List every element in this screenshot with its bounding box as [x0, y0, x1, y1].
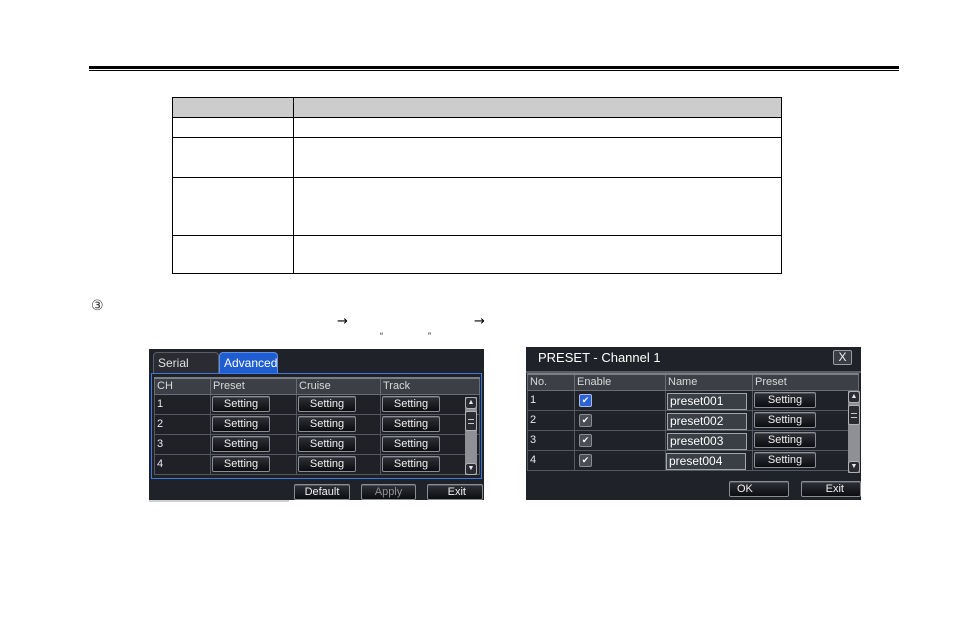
enable-checkbox[interactable]: ✔ [579, 433, 592, 447]
ch-cell: 2 [154, 413, 211, 435]
table-row [172, 235, 782, 274]
no-cell: 2 [527, 409, 575, 431]
table-row: 1 Setting Setting Setting [154, 393, 480, 415]
scroll-up-icon[interactable]: ▲ [848, 391, 860, 403]
preset-setting-button[interactable]: Setting [754, 432, 816, 448]
track-setting-button[interactable]: Setting [382, 416, 440, 432]
table-row: 3 ✔ preset003 Setting [527, 429, 859, 451]
col-preset: Preset [210, 377, 297, 395]
cruise-setting-button[interactable]: Setting [298, 456, 356, 472]
track-setting-button[interactable]: Setting [382, 456, 440, 472]
preset-dialog: PRESET - Channel 1 X No. Enable Name Pre… [526, 347, 861, 500]
tab-advanced[interactable]: Advanced [219, 352, 278, 373]
table-row [172, 177, 782, 236]
preset-setting-button[interactable]: Setting [212, 436, 270, 452]
parameter-table [172, 97, 782, 274]
cruise-setting-button[interactable]: Setting [298, 396, 356, 412]
apply-button[interactable]: Apply [361, 484, 416, 500]
cruise-setting-button[interactable]: Setting [298, 416, 356, 432]
table-row: 3 Setting Setting Setting [154, 433, 480, 455]
exit-button[interactable]: Exit [427, 484, 483, 500]
arrow-right-icon: → [474, 314, 485, 329]
no-cell: 4 [527, 449, 575, 471]
preset-name-input[interactable]: preset001 [667, 392, 747, 410]
preset-name-input[interactable]: preset003 [667, 432, 747, 450]
close-icon[interactable]: X [833, 350, 852, 365]
table-row: 2 Setting Setting Setting [154, 413, 480, 435]
dialog-title: PRESET - Channel 1 [538, 350, 661, 365]
arrow-right-icon: → [337, 314, 348, 329]
preset-setting-button[interactable]: Setting [754, 412, 816, 428]
table-header-row: No. Enable Name Preset [527, 373, 859, 391]
dialog-bottom-edge [149, 500, 289, 502]
preset-name-input[interactable]: preset004 [666, 452, 746, 470]
table-row: 4 Setting Setting Setting [154, 453, 480, 475]
track-setting-button[interactable]: Setting [382, 436, 440, 452]
table-header-row: CH Preset Cruise Track [154, 377, 480, 395]
col-cruise: Cruise [296, 377, 381, 395]
enable-checkbox[interactable]: ✔ [579, 413, 592, 427]
table-row: 2 ✔ preset002 Setting [527, 409, 859, 431]
table-scrollbar[interactable]: ▲ ▼ [465, 397, 477, 475]
col-ch: CH [154, 377, 211, 395]
ok-button[interactable]: OK [729, 481, 789, 497]
advanced-tab-panel: CH Preset Cruise Track 1 Setting Setting… [151, 373, 482, 479]
preset-name-input[interactable]: preset002 [667, 412, 747, 430]
header-rule-thick [89, 66, 899, 69]
scroll-down-icon[interactable]: ▼ [465, 463, 477, 475]
table-row: 1 ✔ preset001 Setting [527, 389, 859, 411]
default-button[interactable]: Default [294, 484, 350, 500]
header-rule-thin [89, 70, 899, 71]
close-quote: ” [428, 331, 431, 341]
preset-table: No. Enable Name Preset 1 ✔ preset001 Set… [527, 373, 859, 471]
no-cell: 1 [527, 389, 575, 411]
step-marker: ③ [91, 298, 104, 314]
table-header-row [172, 97, 782, 118]
scroll-up-icon[interactable]: ▲ [465, 397, 477, 409]
ptz-channel-table: CH Preset Cruise Track 1 Setting Setting… [154, 377, 480, 475]
cruise-setting-button[interactable]: Setting [298, 436, 356, 452]
preset-setting-button[interactable]: Setting [754, 452, 816, 468]
preset-setting-button[interactable]: Setting [754, 392, 816, 408]
preset-setting-button[interactable]: Setting [212, 396, 270, 412]
table-row: 4 ✔ preset004 Setting [527, 449, 859, 471]
ch-cell: 4 [154, 453, 211, 475]
table-row [172, 117, 782, 138]
ch-cell: 1 [154, 393, 211, 415]
col-enable: Enable [574, 373, 666, 391]
col-preset: Preset [752, 373, 859, 391]
table-row [172, 137, 782, 178]
preset-setting-button[interactable]: Setting [212, 416, 270, 432]
tab-serial-port[interactable]: Serial Port [153, 352, 219, 390]
preset-setting-button[interactable]: Setting [212, 456, 270, 472]
track-setting-button[interactable]: Setting [382, 396, 440, 412]
scroll-thumb[interactable] [848, 405, 860, 425]
no-cell: 3 [527, 429, 575, 451]
col-track: Track [380, 377, 480, 395]
scroll-thumb[interactable] [465, 411, 477, 431]
table-scrollbar[interactable]: ▲ ▼ [848, 391, 860, 473]
ch-cell: 3 [154, 433, 211, 455]
open-quote: “ [380, 331, 383, 341]
exit-button[interactable]: Exit [801, 481, 861, 497]
scroll-down-icon[interactable]: ▼ [848, 461, 860, 473]
col-no: No. [527, 373, 575, 391]
ptz-advanced-dialog: Serial Port Advanced CH Preset Cruise Tr… [149, 349, 484, 502]
enable-checkbox[interactable]: ✔ [579, 453, 592, 467]
col-name: Name [665, 373, 753, 391]
enable-checkbox[interactable]: ✔ [579, 393, 592, 407]
